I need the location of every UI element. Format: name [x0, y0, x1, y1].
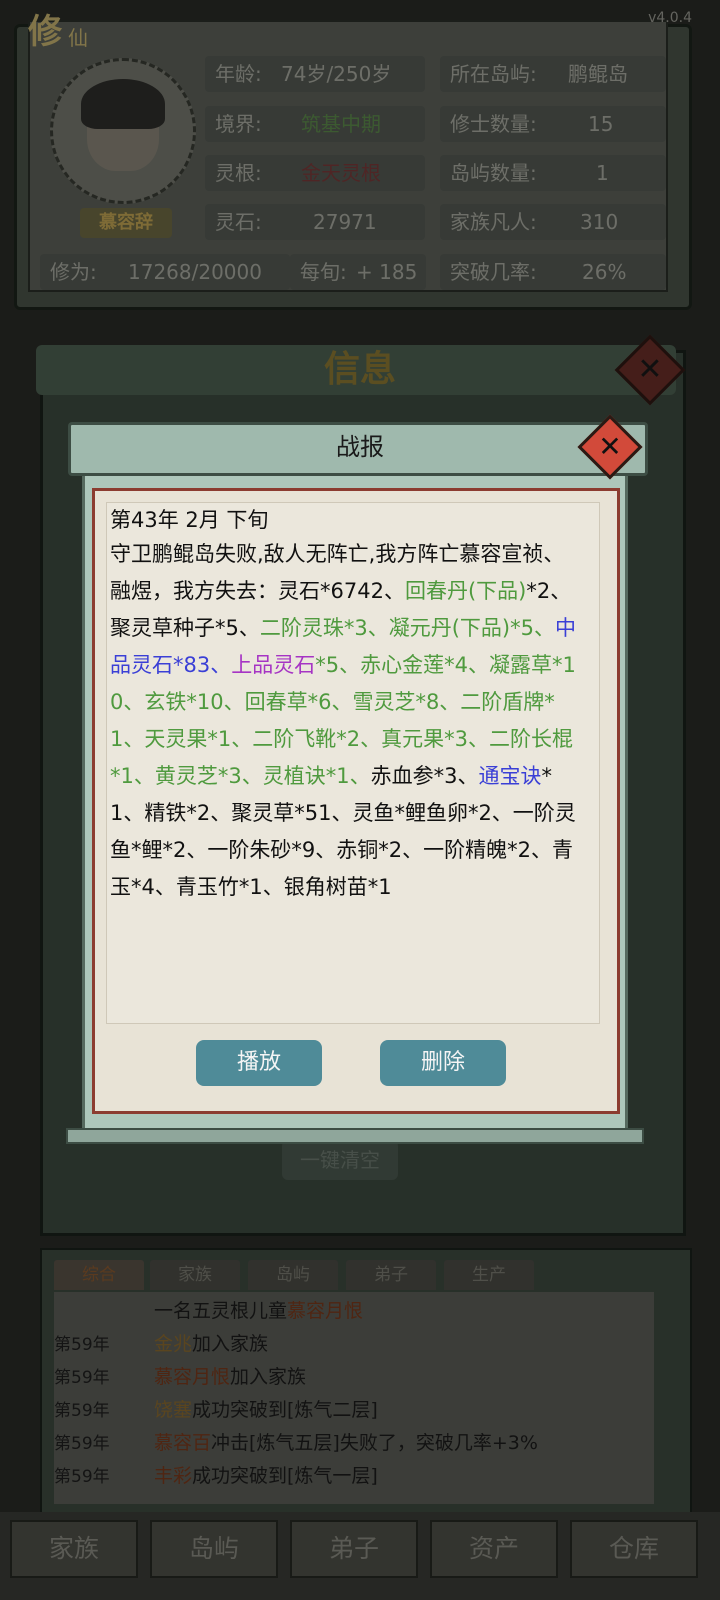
stat-key: 所在岛屿:	[450, 62, 537, 86]
battle-report-date: 第43年 2月 下旬	[110, 508, 269, 532]
log-year: 第59年	[54, 1401, 110, 1421]
stat-value: 鹏鲲岛	[568, 62, 628, 86]
stat-value: 筑基中期	[301, 112, 381, 136]
log-name: 饶塞	[154, 1399, 193, 1421]
stat-key: 每旬:	[300, 260, 347, 284]
stat-island: 所在岛屿: 鹏鲲岛	[440, 56, 666, 92]
log-line: 一名五灵根儿童慕容月恨	[54, 1296, 363, 1323]
stat-realm: 境界: 筑基中期	[205, 106, 425, 142]
stat-value: 1	[596, 161, 609, 185]
stat-cultivation: 修为: 17268/20000	[40, 254, 290, 290]
log-name: 慕容月恨	[154, 1366, 231, 1388]
stat-per-period: 每旬: + 185	[290, 254, 426, 290]
log-year: 第59年	[54, 1335, 110, 1355]
stat-root: 灵根: 金天灵根	[205, 155, 425, 191]
log-tab-family[interactable]: 家族	[150, 1260, 240, 1290]
close-icon: ✕	[598, 430, 622, 463]
log-tab-island[interactable]: 岛屿	[248, 1260, 338, 1290]
log-name: 丰彩	[154, 1465, 193, 1487]
log-name: 金兆	[154, 1333, 193, 1355]
stat-islands: 岛屿数量: 1	[440, 155, 666, 191]
stat-key: 突破几率:	[450, 260, 537, 284]
version-label: v4.0.4	[648, 10, 692, 26]
nav-island[interactable]: 岛屿	[150, 1520, 278, 1578]
log-year: 第59年	[54, 1368, 110, 1388]
nav-family[interactable]: 家族	[10, 1520, 138, 1578]
stat-cultivators: 修士数量: 15	[440, 106, 666, 142]
nav-disciples[interactable]: 弟子	[290, 1520, 418, 1578]
log-year: 第59年	[54, 1434, 110, 1454]
report-segment: 上品灵石	[231, 653, 316, 677]
stat-key: 家族凡人:	[450, 210, 537, 234]
avatar-hair	[81, 79, 165, 129]
stat-value: 26%	[582, 260, 627, 284]
stat-breakthrough: 突破几率: 26%	[440, 254, 666, 290]
log-text: 成功突破到[炼气一层]	[192, 1465, 378, 1487]
stat-key: 灵根:	[215, 161, 262, 185]
report-segment: 二阶灵珠*3、凝元丹(下品)*5、	[259, 616, 555, 640]
log-name: 慕容月恨	[287, 1300, 364, 1322]
log-tab-disciples[interactable]: 弟子	[346, 1260, 436, 1290]
battle-report-body: 守卫鹏鲲岛失败,敌人无阵亡,我方阵亡慕容宣祯、融煜，我方失去：灵石*6742、回…	[110, 536, 580, 921]
stat-key: 岛屿数量:	[450, 161, 537, 185]
log-text: 加入家族	[192, 1333, 269, 1355]
stat-key: 年龄:	[215, 62, 262, 86]
delete-button[interactable]: 删除	[380, 1040, 506, 1086]
nav-warehouse[interactable]: 仓库	[570, 1520, 698, 1578]
stat-age: 年龄: 74岁/250岁	[205, 56, 425, 92]
stat-mortals: 家族凡人: 310	[440, 204, 666, 240]
log-tab-production[interactable]: 生产	[444, 1260, 534, 1290]
log-year: 第59年	[54, 1467, 110, 1487]
log-line: 第59年 慕容百冲击[炼气五层]失败了，突破几率+3%	[54, 1428, 538, 1455]
app-title: 修	[28, 12, 62, 52]
player-name: 慕容辞	[80, 208, 172, 238]
avatar[interactable]	[50, 58, 196, 204]
log-tab-general[interactable]: 综合	[54, 1260, 144, 1290]
clear-all-button[interactable]: 一键清空	[282, 1140, 398, 1180]
stat-key: 境界:	[215, 112, 262, 136]
info-title: 信息	[323, 349, 396, 390]
log-text: 冲击[炼气五层]失败了，突破几率+3%	[211, 1432, 538, 1454]
log-text: 加入家族	[230, 1366, 307, 1388]
report-segment: 赤血参*3、	[370, 764, 479, 788]
stat-key: 修为:	[50, 260, 97, 284]
stat-value: 74岁/250岁	[281, 62, 392, 86]
close-icon: ✕	[637, 352, 663, 387]
log-text: 一名五灵根儿童	[154, 1300, 288, 1322]
stat-value: 310	[580, 210, 619, 234]
log-text: 成功突破到[炼气二层]	[192, 1399, 378, 1421]
stat-value: 17268/20000	[128, 260, 262, 284]
report-segment: 通宝诀	[478, 764, 542, 788]
nav-assets[interactable]: 资产	[430, 1520, 558, 1578]
log-list: 一名五灵根儿童慕容月恨 第59年 金兆加入家族 第59年 慕容月恨加入家族 第59年…	[54, 1292, 654, 1504]
log-line: 第59年 饶塞成功突破到[炼气二层]	[54, 1395, 378, 1422]
log-line: 第59年 丰彩成功突破到[炼气一层]	[54, 1461, 378, 1488]
stat-value: 金天灵根	[301, 161, 381, 185]
app-subtitle: 仙	[68, 26, 88, 50]
report-segment: 回春丹(下品)	[404, 579, 527, 603]
stat-key: 灵石:	[215, 210, 262, 234]
stat-value: 27971	[313, 210, 377, 234]
log-line: 第59年 金兆加入家族	[54, 1329, 268, 1356]
stat-spirit-stones: 灵石: 27971	[205, 204, 425, 240]
play-button[interactable]: 播放	[196, 1040, 322, 1086]
stat-value: + 185	[356, 260, 418, 284]
log-line: 第59年 慕容月恨加入家族	[54, 1362, 306, 1389]
battle-report-bottom-bar	[66, 1128, 644, 1144]
stat-key: 修士数量:	[450, 112, 537, 136]
log-name: 慕容百	[154, 1432, 212, 1454]
stat-value: 15	[588, 112, 614, 136]
